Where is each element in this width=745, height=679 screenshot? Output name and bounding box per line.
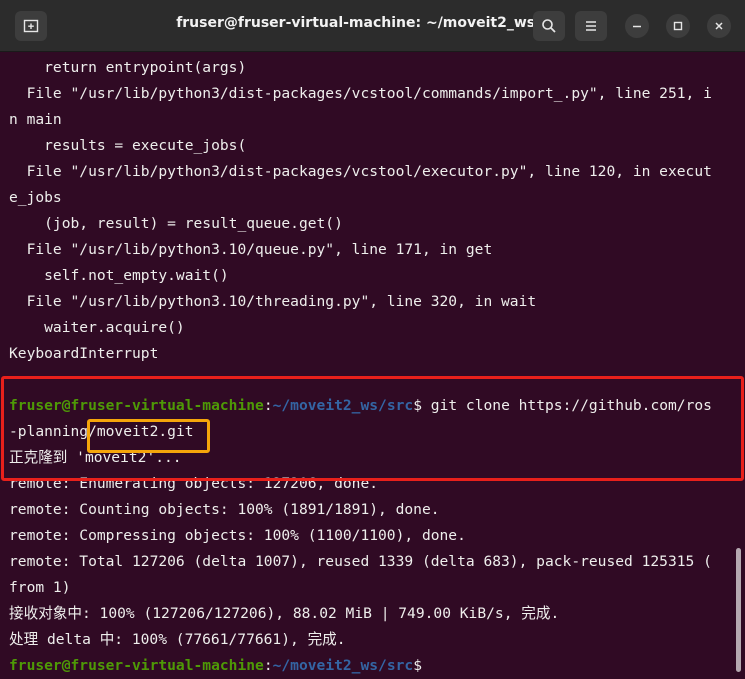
output-line: from 1) xyxy=(9,579,71,596)
minimize-button[interactable] xyxy=(625,14,649,38)
close-button[interactable] xyxy=(707,14,731,38)
output-line: remote: Counting objects: 100% (1891/189… xyxy=(9,501,440,518)
final-prompt-line: fruser@fruser-virtual-machine:~/moveit2_… xyxy=(9,653,422,679)
prompt-user: fruser@fruser-virtual-machine xyxy=(9,657,264,674)
keyboard-interrupt-line: KeyboardInterrupt xyxy=(9,345,159,362)
output-line: remote: Total 127206 (delta 1007), reuse… xyxy=(9,553,712,570)
prompt-dollar: $ xyxy=(413,397,422,414)
output-line: remote: Compressing objects: 100% (1100/… xyxy=(9,527,466,544)
title-bar: fruser@fruser-virtual-machine: ~/moveit2… xyxy=(0,0,745,52)
output-line: 正克隆到 'moveit2'... xyxy=(9,449,182,466)
prompt-path: ~/moveit2_ws/src xyxy=(272,657,414,674)
prompt-user: fruser@fruser-virtual-machine xyxy=(9,397,264,414)
scrollbar[interactable] xyxy=(736,548,741,672)
command-url-part: -planning xyxy=(9,423,89,440)
traceback-line: e_jobs xyxy=(9,189,62,206)
traceback-line: (job, result) = result_queue.get() xyxy=(9,215,343,232)
hamburger-menu-icon xyxy=(586,21,596,31)
prompt-colon: : xyxy=(263,657,273,674)
output-line: 处理 delta 中: 100% (77661/77661), 完成. xyxy=(9,631,346,648)
traceback-line: File "/usr/lib/python3/dist-packages/vcs… xyxy=(9,163,712,180)
search-icon xyxy=(542,19,556,33)
traceback-line: File "/usr/lib/python3.10/queue.py", lin… xyxy=(9,241,493,258)
search-button[interactable] xyxy=(533,11,565,41)
output-line: 接收对象中: 100% (127206/127206), 88.02 MiB |… xyxy=(9,605,560,622)
traceback-line: File "/usr/lib/python3.10/threading.py",… xyxy=(9,293,537,310)
prompt-dollar: $ xyxy=(413,657,422,674)
close-icon xyxy=(715,22,723,30)
traceback-line: waiter.acquire() xyxy=(9,319,185,336)
traceback-line: return entrypoint(args) xyxy=(9,59,247,76)
output-line: remote: Enumerating objects: 127206, don… xyxy=(9,475,379,492)
terminal-output[interactable]: return entrypoint(args) File "/usr/lib/p… xyxy=(0,55,732,679)
command-continuation-line: -planning/moveit2.git xyxy=(9,419,194,445)
prompt-command-line: fruser@fruser-virtual-machine:~/moveit2_… xyxy=(9,393,712,419)
traceback-line: File "/usr/lib/python3/dist-packages/vcs… xyxy=(9,85,712,102)
prompt-path: ~/moveit2_ws/src xyxy=(272,397,414,414)
new-tab-icon xyxy=(23,19,39,33)
repo-name: /moveit2.git xyxy=(88,423,194,440)
minimize-icon xyxy=(633,25,641,28)
maximize-icon xyxy=(673,21,683,31)
maximize-button[interactable] xyxy=(666,14,690,38)
traceback-line: results = execute_jobs( xyxy=(9,137,247,154)
prompt-colon: : xyxy=(263,397,273,414)
terminal-window: fruser@fruser-virtual-machine: ~/moveit2… xyxy=(0,0,745,679)
menu-button[interactable] xyxy=(575,11,607,41)
window-title: fruser@fruser-virtual-machine: ~/moveit2… xyxy=(176,15,564,31)
traceback-line: n main xyxy=(9,111,62,128)
git-clone-command: git clone https://github.com/ros xyxy=(422,397,712,414)
new-tab-button[interactable] xyxy=(15,11,47,41)
traceback-line: self.not_empty.wait() xyxy=(9,267,229,284)
